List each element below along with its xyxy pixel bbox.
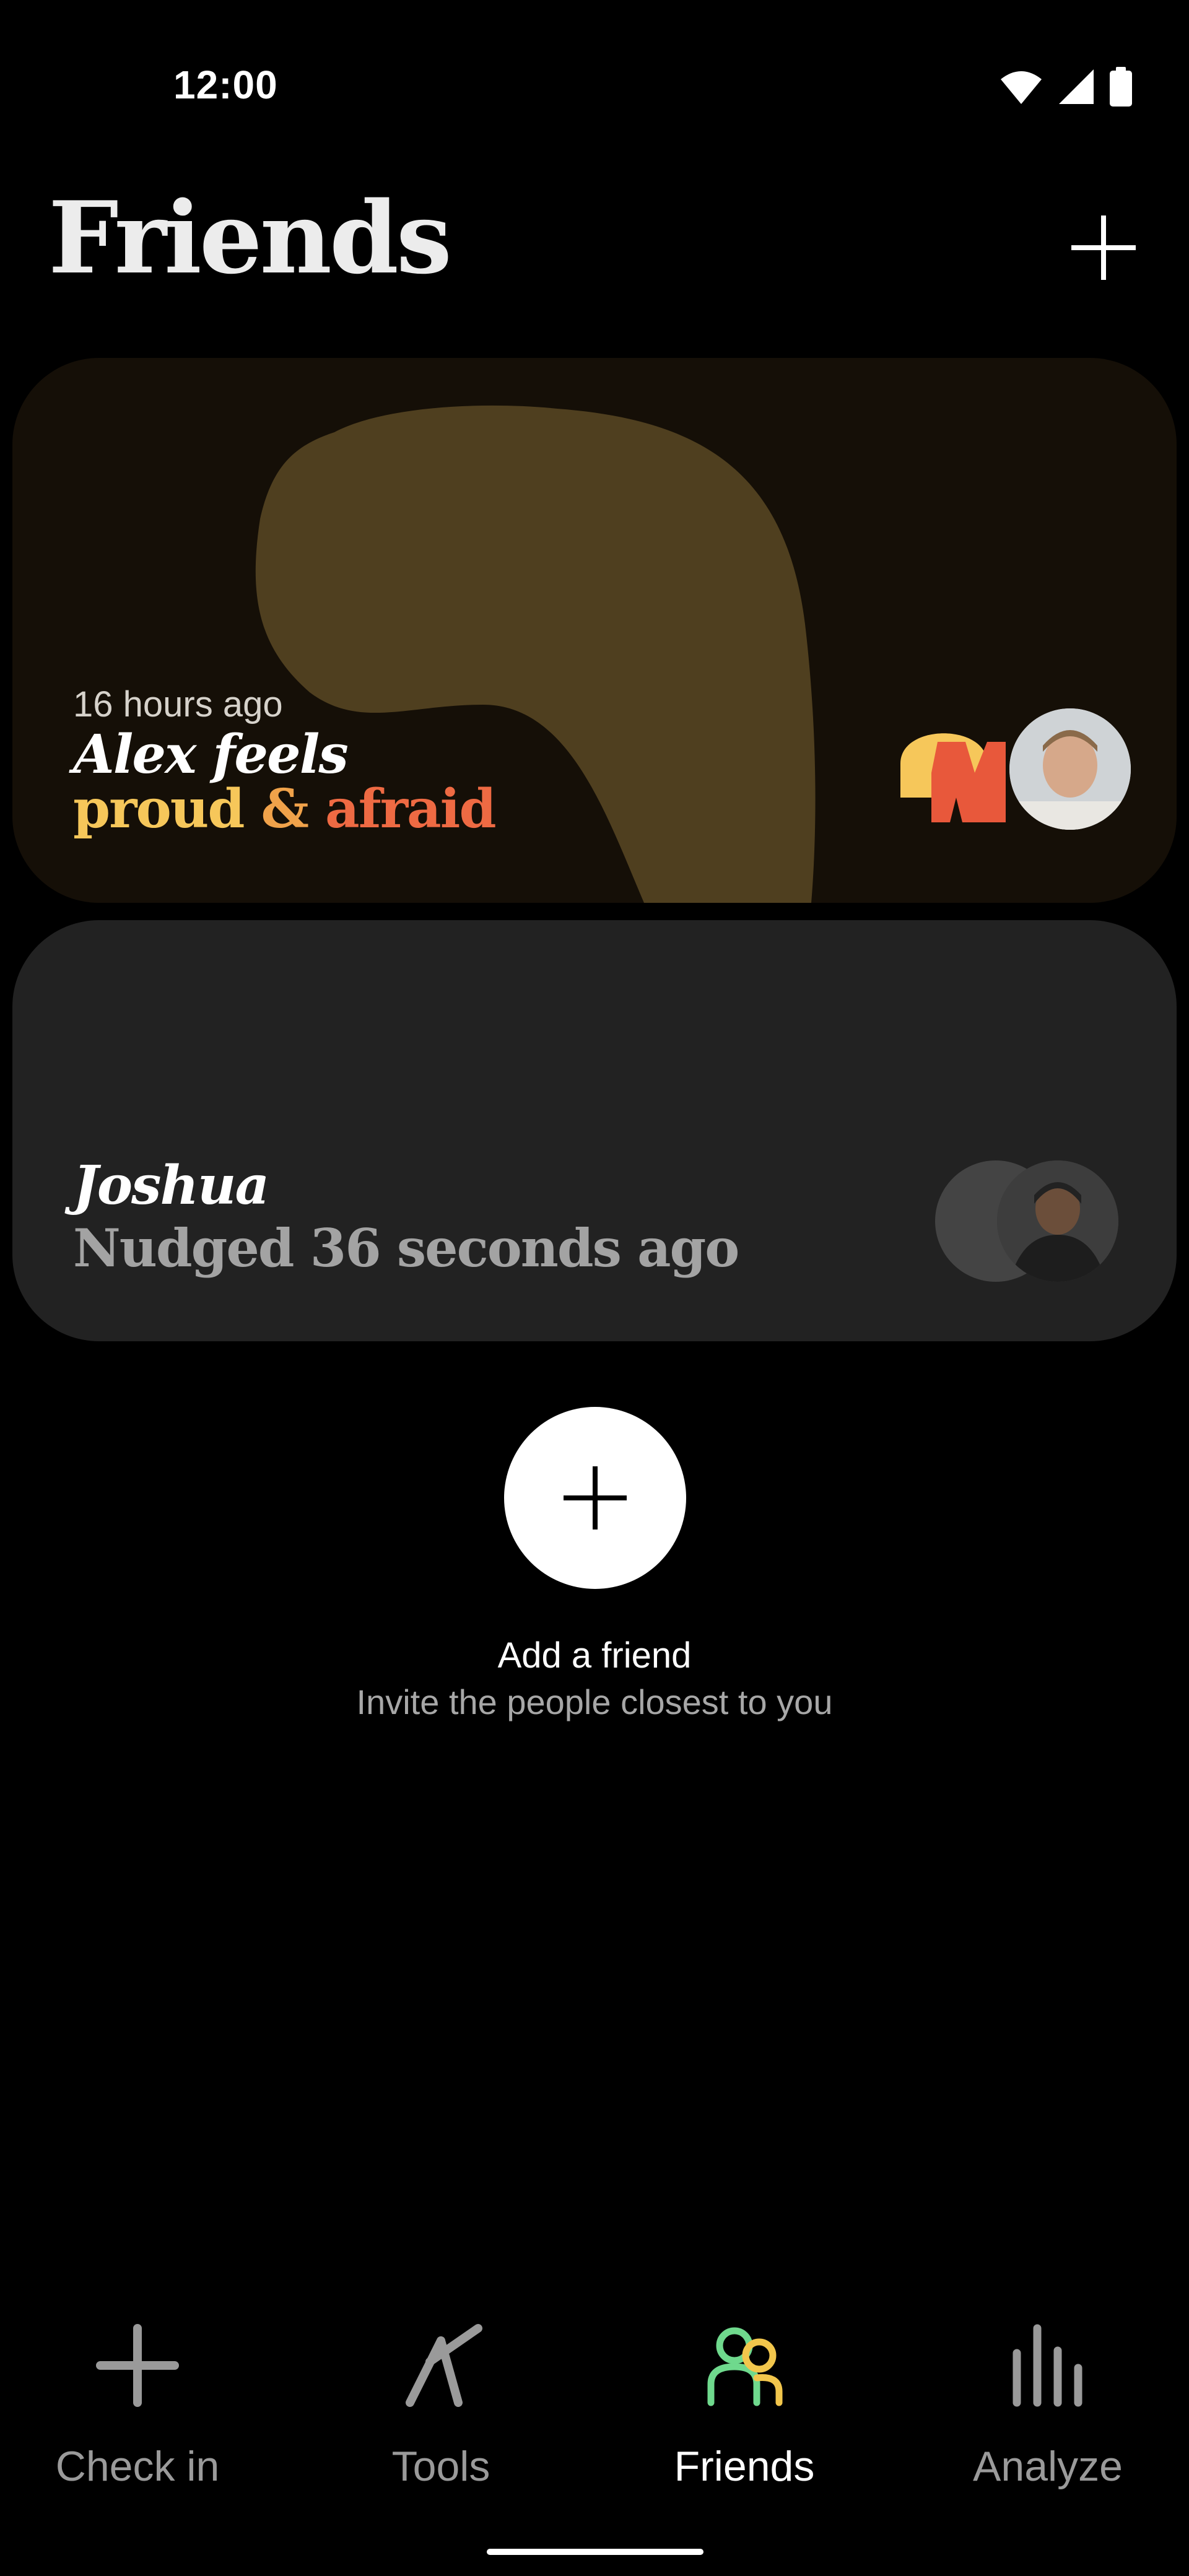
nav-label: Check in [55,2443,220,2490]
home-indicator[interactable] [487,2549,703,2555]
plus-icon [564,1466,627,1530]
status-time: 12:00 [173,63,278,107]
plus-icon [96,2324,179,2407]
card-time-ago: 16 hours ago [73,684,283,724]
card-moods: proud & afraid [73,778,497,840]
nav-label: Tools [391,2443,490,2490]
bar-chart-icon [1013,2324,1082,2407]
nav-friends[interactable]: Friends [621,2316,868,2514]
nav-check-in[interactable]: Check in [14,2316,261,2514]
card-friend-name: Joshua [73,1154,269,1217]
mood-connector: & [261,778,309,840]
mood-proud: proud [73,778,245,840]
person-photo-icon [997,1160,1118,1282]
page-title: Friends [48,180,452,296]
avatar [1009,708,1131,830]
nav-analyze[interactable]: Analyze [924,2316,1172,2514]
card-nudge-status: Nudged 36 seconds ago [73,1217,739,1279]
add-friend-header-button[interactable] [1066,211,1141,285]
mood-emblem-icon [900,733,1006,822]
battery-icon [1110,67,1132,107]
mood-afraid: afraid [325,778,497,840]
add-friend-button[interactable] [504,1407,686,1589]
person-photo-icon [1009,708,1131,830]
status-icons [1000,67,1133,107]
add-friend-subtitle: Invite the people closest to you [356,1682,833,1721]
friend-card-joshua[interactable]: Joshua Nudged 36 seconds ago [12,920,1177,1341]
card-feels-line: Alex feels [73,723,349,786]
nav-tools[interactable]: Tools [317,2316,565,2514]
friends-icon [707,2327,783,2406]
friend-card-alex[interactable]: 16 hours ago Alex feels proud & afraid [12,358,1177,903]
signal-icon [1059,69,1094,104]
wifi-icon [1001,71,1042,104]
nav-label: Friends [674,2443,815,2490]
nav-label: Analyze [973,2443,1123,2490]
add-friend-title: Add a friend [497,1635,692,1676]
tools-icon [406,2324,482,2407]
avatar [997,1160,1118,1282]
